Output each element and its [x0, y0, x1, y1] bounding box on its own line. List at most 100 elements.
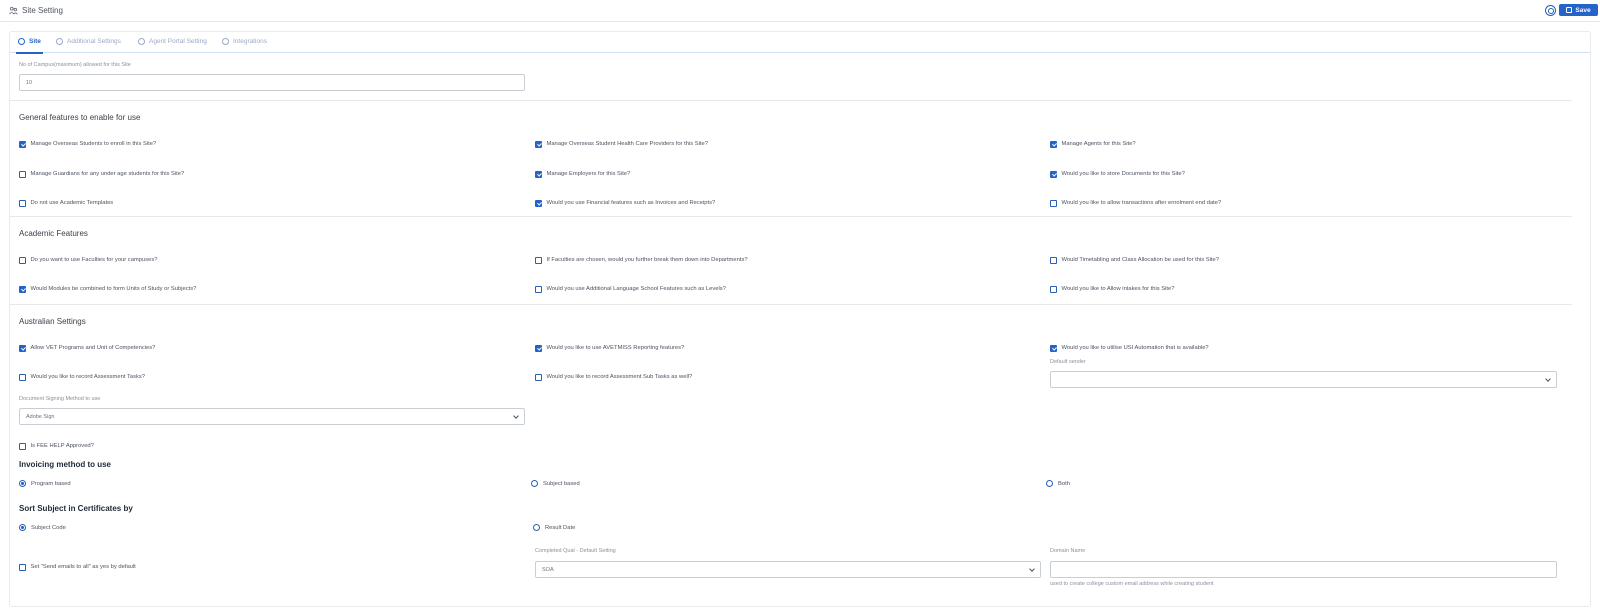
- checkbox[interactable]: [1050, 171, 1057, 178]
- checkbox[interactable]: [1050, 257, 1057, 264]
- option-financial-features[interactable]: Would you use Financial features such as…: [535, 200, 715, 207]
- checkbox[interactable]: [19, 141, 26, 148]
- site-settings-icon: [9, 6, 18, 15]
- checkbox[interactable]: [19, 200, 26, 207]
- save-button-label: Save: [1575, 6, 1591, 14]
- page-title: Site Setting: [22, 6, 63, 15]
- radio[interactable]: [1046, 480, 1053, 487]
- option-store-documents[interactable]: Would you like to store Documents for th…: [1050, 171, 1185, 178]
- chevron-down-icon: [1545, 376, 1551, 382]
- campus-input[interactable]: 10: [19, 74, 525, 91]
- divider: [10, 304, 1572, 305]
- checkbox[interactable]: [19, 443, 26, 450]
- radio[interactable]: [531, 480, 538, 487]
- option-label: Would you use Financial features such as…: [546, 200, 716, 207]
- checkbox[interactable]: [19, 286, 26, 293]
- checkbox[interactable]: [19, 171, 26, 178]
- option-label: Program based: [31, 480, 71, 487]
- option-label: If Faculties are chosen, would you furth…: [546, 257, 748, 264]
- option-allow-intakes[interactable]: Would you like to Allow intakes for this…: [1050, 286, 1175, 293]
- option-label: Do you want to use Faculties for your ca…: [30, 257, 158, 264]
- checkbox[interactable]: [1050, 200, 1057, 207]
- checkbox[interactable]: [535, 374, 542, 381]
- save-button[interactable]: Save: [1559, 4, 1598, 16]
- section-title-australian: Australian Settings: [19, 317, 86, 326]
- option-timetabling[interactable]: Would Timetabling and Class Allocation b…: [1050, 257, 1219, 264]
- save-icon: [1566, 7, 1573, 13]
- top-bar: Site Setting Save: [0, 0, 1600, 22]
- checkbox[interactable]: [1050, 141, 1057, 148]
- doc-signing-value: Adobe Sign: [26, 413, 55, 420]
- option-manage-employers[interactable]: Manage Employers for this Site?: [535, 171, 630, 178]
- option-manage-agents[interactable]: Manage Agents for this Site?: [1050, 141, 1136, 148]
- help-icon[interactable]: [1545, 5, 1556, 16]
- option-transactions-after-end[interactable]: Would you like to allow transactions aft…: [1050, 200, 1221, 207]
- checkbox[interactable]: [1050, 345, 1057, 352]
- radio[interactable]: [19, 480, 26, 487]
- section-title-invoicing: Invoicing method to use: [19, 460, 112, 469]
- domain-name-input[interactable]: [1050, 561, 1557, 578]
- option-fee-help[interactable]: Is FEE HELP Approved?: [19, 443, 94, 450]
- option-label: Set "Send emails to all" as yes by defau…: [30, 564, 136, 571]
- settings-users-icon: [56, 38, 63, 45]
- radio[interactable]: [19, 524, 26, 531]
- tab-label: Site: [29, 38, 41, 45]
- building-icon: [138, 38, 145, 45]
- option-label: Would Modules be combined to form Units …: [30, 286, 197, 293]
- checkbox[interactable]: [535, 200, 542, 207]
- checkbox[interactable]: [535, 171, 542, 178]
- option-use-faculties[interactable]: Do you want to use Faculties for your ca…: [19, 257, 157, 264]
- option-language-school[interactable]: Would you use Additional Language School…: [535, 286, 726, 293]
- option-send-emails-to-all[interactable]: Set "Send emails to all" as yes by defau…: [19, 564, 136, 571]
- radio[interactable]: [533, 524, 540, 531]
- checkbox[interactable]: [19, 564, 26, 571]
- checkbox[interactable]: [19, 374, 26, 381]
- checkbox[interactable]: [19, 345, 26, 352]
- option-label: Do not use Academic Templates: [30, 200, 114, 207]
- tab-agent-portal-setting[interactable]: Agent Portal Setting: [138, 38, 207, 45]
- default-sender-select[interactable]: [1050, 371, 1557, 388]
- option-label: Manage Employers for this Site?: [546, 171, 631, 178]
- completed-qual-select[interactable]: SOA: [535, 561, 1041, 578]
- checkbox[interactable]: [535, 286, 542, 293]
- checkbox[interactable]: [535, 257, 542, 264]
- doc-signing-select[interactable]: Adobe Sign: [19, 408, 525, 425]
- section-title-sort: Sort Subject in Certificates by: [19, 504, 133, 513]
- tab-additional-settings[interactable]: Additional Settings: [56, 38, 121, 45]
- radio-program-based[interactable]: Program based: [19, 480, 71, 487]
- option-manage-overseas-students[interactable]: Manage Overseas Students to enroll in th…: [19, 141, 156, 148]
- tab-label: Agent Portal Setting: [149, 38, 207, 45]
- option-manage-guardians[interactable]: Manage Guardians for any under age stude…: [19, 171, 184, 178]
- tab-integrations[interactable]: Integrations: [222, 38, 267, 45]
- option-usi-automation[interactable]: Would you like to utilise USI Automation…: [1050, 345, 1209, 352]
- radio-subject-based[interactable]: Subject based: [531, 480, 580, 487]
- option-assessment-sub-tasks[interactable]: Would you like to record Assessment Sub …: [535, 374, 692, 381]
- option-modules-combined[interactable]: Would Modules be combined to form Units …: [19, 286, 196, 293]
- divider: [10, 216, 1572, 217]
- option-label: Manage Guardians for any under age stude…: [30, 171, 185, 178]
- section-title-academic: Academic Features: [19, 229, 88, 238]
- option-no-academic-templates[interactable]: Do not use Academic Templates: [19, 200, 113, 207]
- checkbox[interactable]: [19, 257, 26, 264]
- users-icon: [18, 38, 25, 45]
- checkbox[interactable]: [535, 141, 542, 148]
- tab-label: Integrations: [233, 38, 267, 45]
- radio-subject-code[interactable]: Subject Code: [19, 524, 66, 531]
- settings-card: Site Additional Settings Agent Portal Se…: [9, 31, 1591, 607]
- option-assessment-tasks[interactable]: Would you like to record Assessment Task…: [19, 374, 145, 381]
- option-label: Subject Code: [31, 524, 66, 531]
- completed-qual-value: SOA: [542, 566, 554, 573]
- radio-both[interactable]: Both: [1046, 480, 1070, 487]
- option-label: Result Date: [545, 524, 576, 531]
- option-health-care-providers[interactable]: Manage Overseas Student Health Care Prov…: [535, 141, 708, 148]
- radio-result-date[interactable]: Result Date: [533, 524, 575, 531]
- checkbox[interactable]: [1050, 286, 1057, 293]
- domain-name-hint: used to create college custom email addr…: [1050, 581, 1214, 587]
- option-label: Would you use Additional Language School…: [546, 286, 726, 293]
- tab-site[interactable]: Site: [16, 38, 43, 54]
- domain-name-label: Domain Name: [1050, 548, 1086, 554]
- option-departments[interactable]: If Faculties are chosen, would you furth…: [535, 257, 748, 264]
- checkbox[interactable]: [535, 345, 542, 352]
- option-vet-programs[interactable]: Allow VET Programs and Unit of Competenc…: [19, 345, 155, 352]
- option-avetmiss[interactable]: Would you like to use AVETMISS Reporting…: [535, 345, 684, 352]
